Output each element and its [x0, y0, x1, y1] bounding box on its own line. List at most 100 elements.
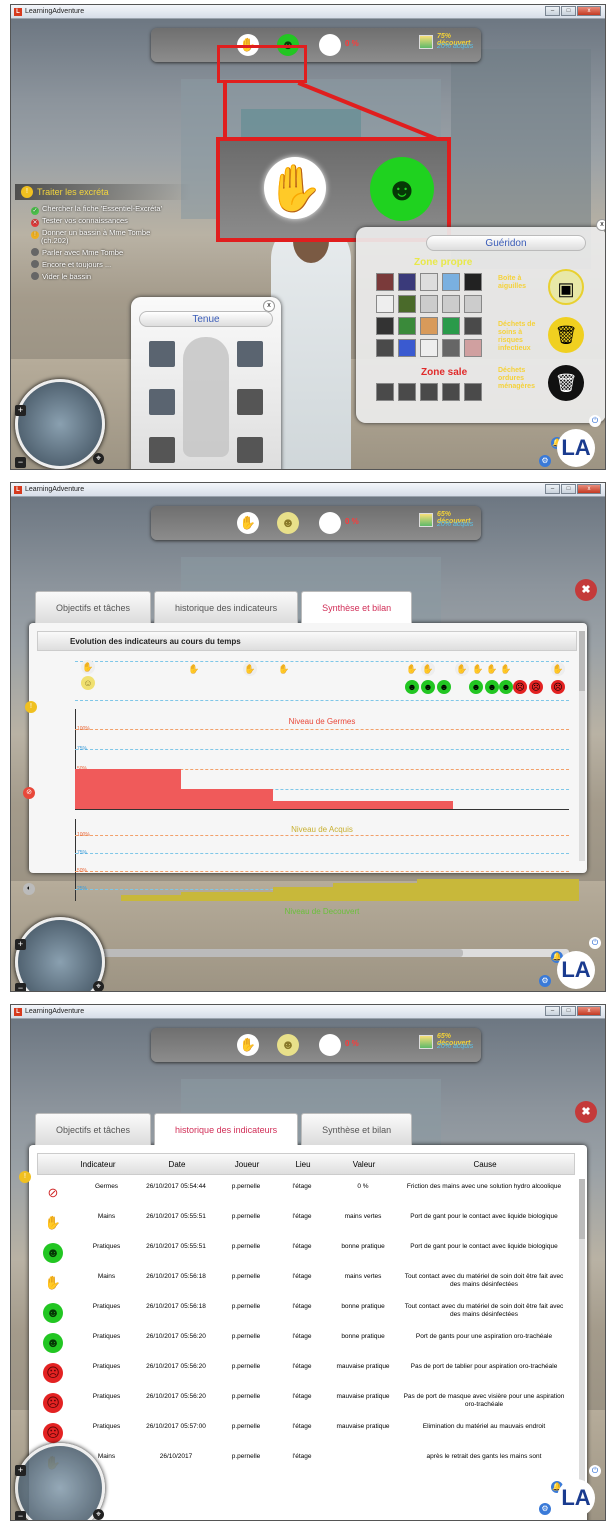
- power-icon[interactable]: ⏻: [589, 1465, 601, 1477]
- table-row[interactable]: ☻ Pratiques 26/10/2017 05:56:20 p.pernelle l…: [37, 1331, 575, 1360]
- outfit-slot[interactable]: [149, 389, 175, 415]
- minimize-button[interactable]: –: [545, 484, 560, 494]
- item-slot[interactable]: [464, 295, 482, 313]
- task-item[interactable]: Parler avec Mme Tombe: [31, 248, 123, 257]
- outfit-slot[interactable]: [237, 341, 263, 367]
- tab-synthese[interactable]: Synthèse et bilan: [301, 1113, 413, 1145]
- table-row[interactable]: ☹ Pratiques 26/10/2017 05:56:20 p.pernelle l…: [37, 1391, 575, 1420]
- germ-gauge-icon[interactable]: [319, 1034, 341, 1056]
- power-icon[interactable]: ⏻: [589, 937, 601, 949]
- item-slot[interactable]: [442, 339, 460, 357]
- zoom-in-button[interactable]: +: [15, 1465, 26, 1476]
- gear-icon[interactable]: ⚙: [539, 455, 551, 467]
- col-date[interactable]: Date: [142, 1154, 212, 1176]
- minimap[interactable]: [15, 379, 105, 469]
- zoom-out-button[interactable]: −: [15, 983, 26, 991]
- table-row[interactable]: ⊘ Germes 26/10/2017 05:54:44 p.pernelle l'ét…: [37, 1181, 575, 1210]
- hand-icon[interactable]: ✋: [237, 1034, 259, 1056]
- outfit-slot[interactable]: [237, 437, 263, 463]
- close-button[interactable]: x: [577, 1006, 601, 1016]
- item-slot[interactable]: [442, 317, 460, 335]
- col-lieu[interactable]: Lieu: [280, 1154, 326, 1176]
- maximize-button[interactable]: □: [561, 1006, 576, 1016]
- minimize-button[interactable]: –: [545, 1006, 560, 1016]
- item-slot[interactable]: [420, 295, 438, 313]
- item-slot[interactable]: [376, 273, 394, 291]
- maximize-button[interactable]: □: [561, 484, 576, 494]
- dialog-close-button[interactable]: ✖: [575, 1101, 597, 1123]
- gear-icon[interactable]: ⚙: [539, 975, 551, 987]
- tab-historique[interactable]: historique des indicateurs: [154, 1113, 299, 1145]
- minimize-button[interactable]: –: [545, 6, 560, 16]
- table-row[interactable]: ☻ Pratiques 26/10/2017 05:56:18 p.pernelle l…: [37, 1301, 575, 1330]
- dirty-slot[interactable]: [464, 383, 482, 401]
- col-valeur[interactable]: Valeur: [332, 1154, 396, 1176]
- table-row[interactable]: ☻ Pratiques 26/10/2017 05:55:51 p.pernelle l…: [37, 1241, 575, 1270]
- task-item[interactable]: ✕ Tester vos connaissances: [31, 216, 128, 227]
- trash-icon[interactable]: 🗑: [548, 365, 584, 401]
- hand-icon[interactable]: ✋: [237, 512, 259, 534]
- vertical-scrollbar[interactable]: [579, 1179, 585, 1499]
- needle-box-icon[interactable]: ▣: [548, 269, 584, 305]
- zoom-in-button[interactable]: +: [15, 939, 26, 950]
- maximize-button[interactable]: □: [561, 6, 576, 16]
- dirty-slot[interactable]: [442, 383, 460, 401]
- item-slot[interactable]: [398, 273, 416, 291]
- horizontal-scrollbar[interactable]: [37, 949, 569, 957]
- target-icon[interactable]: ⌖: [93, 1509, 104, 1520]
- item-slot[interactable]: [376, 317, 394, 335]
- table-row[interactable]: ☹ Pratiques 26/10/2017 05:57:00 p.pernelle l…: [37, 1421, 575, 1450]
- close-button[interactable]: x: [577, 6, 601, 16]
- item-slot[interactable]: [420, 273, 438, 291]
- item-slot[interactable]: [464, 317, 482, 335]
- vertical-scrollbar[interactable]: [579, 631, 585, 861]
- game-scene[interactable]: ✋ ☻ 0 % 75% découvert 20% acquis ✋ ☻ ! Tr…: [11, 19, 605, 469]
- tab-historique[interactable]: historique des indicateurs: [154, 591, 299, 623]
- germ-gauge-icon[interactable]: [319, 512, 341, 534]
- tab-objectifs[interactable]: Objectifs et tâches: [35, 1113, 152, 1145]
- zoom-out-button[interactable]: −: [15, 457, 26, 468]
- target-icon[interactable]: ⌖: [93, 981, 104, 991]
- item-slot[interactable]: [464, 339, 482, 357]
- table-row[interactable]: ✋ Mains 26/10/2017 05:55:51 p.pernelle l'éta…: [37, 1211, 575, 1240]
- close-button[interactable]: x: [577, 484, 601, 494]
- table-row[interactable]: ✋Mains26/10/2017p.pernellel'étageaprès l…: [37, 1451, 575, 1480]
- outfit-slot[interactable]: [237, 389, 263, 415]
- zoom-in-button[interactable]: +: [15, 405, 26, 416]
- item-slot[interactable]: [398, 317, 416, 335]
- dirty-slot[interactable]: [398, 383, 416, 401]
- col-joueur[interactable]: Joueur: [220, 1154, 274, 1176]
- item-slot[interactable]: [376, 295, 394, 313]
- gear-icon[interactable]: ⚙: [539, 1503, 551, 1515]
- dirty-slot[interactable]: [376, 383, 394, 401]
- item-slot[interactable]: [420, 339, 438, 357]
- game-scene[interactable]: ✋ ☻ 0 % 65% découvert 20% acquis Objecti…: [11, 1019, 605, 1520]
- table-row[interactable]: ☹ Pratiques 26/10/2017 05:56:20 p.pernelle l…: [37, 1361, 575, 1390]
- outfit-slot[interactable]: [149, 341, 175, 367]
- smile-icon[interactable]: ☻: [277, 1034, 299, 1056]
- item-slot[interactable]: [442, 273, 460, 291]
- power-icon[interactable]: ⏻: [589, 415, 601, 427]
- table-row[interactable]: ✋ Mains 26/10/2017 05:56:18 p.pernelle l'éta…: [37, 1271, 575, 1300]
- close-icon[interactable]: x: [596, 219, 605, 231]
- infectious-waste-icon[interactable]: 🗑: [548, 317, 584, 353]
- tab-synthese[interactable]: Synthèse et bilan: [301, 591, 413, 623]
- item-slot[interactable]: [420, 317, 438, 335]
- target-icon[interactable]: ⌖: [93, 453, 104, 464]
- outfit-slot[interactable]: [149, 437, 175, 463]
- item-slot[interactable]: [464, 273, 482, 291]
- tab-objectifs[interactable]: Objectifs et tâches: [35, 591, 152, 623]
- dirty-slot[interactable]: [420, 383, 438, 401]
- item-slot[interactable]: [398, 295, 416, 313]
- col-cause[interactable]: Cause: [400, 1154, 570, 1176]
- task-item[interactable]: Vider le bassin: [31, 272, 91, 281]
- item-slot[interactable]: [398, 339, 416, 357]
- item-slot[interactable]: [442, 295, 460, 313]
- task-item[interactable]: Encore et toujours ...: [31, 260, 111, 269]
- smile-icon[interactable]: ☻: [277, 512, 299, 534]
- task-item[interactable]: ✓ Chercher la fiche 'Essentiel-Excréta': [31, 204, 162, 215]
- col-indicateur[interactable]: Indicateur: [58, 1154, 138, 1176]
- germ-gauge-icon[interactable]: [319, 34, 341, 56]
- dialog-close-button[interactable]: ✖: [575, 579, 597, 601]
- item-slot[interactable]: [376, 339, 394, 357]
